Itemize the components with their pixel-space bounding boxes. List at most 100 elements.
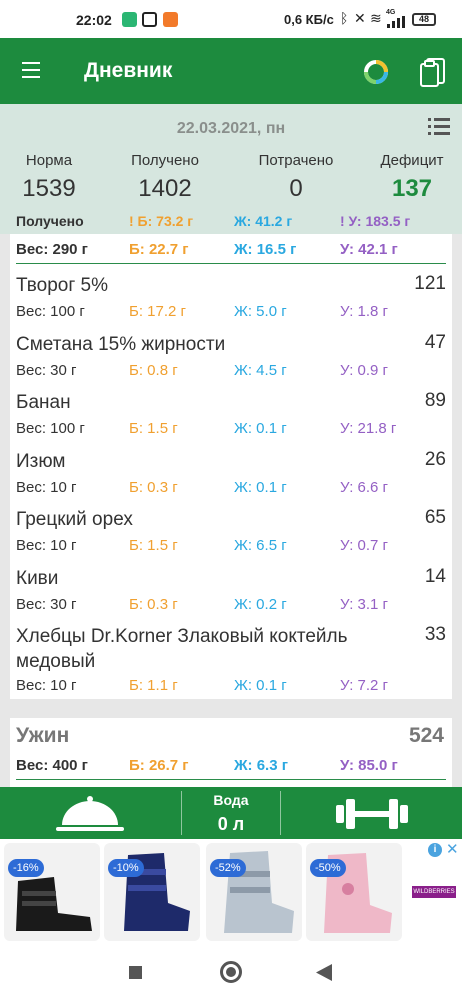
menu-icon[interactable] (22, 62, 40, 78)
food-protein: Б: 17.2 г (129, 303, 187, 320)
food-name: Творог 5% (16, 275, 109, 296)
divider (16, 263, 446, 264)
ad-brand-logo: WILDBERRIES (412, 886, 456, 898)
ad-product[interactable]: -50% (306, 843, 402, 941)
food-item[interactable]: Изюм 26 Вес: 10 г Б: 0.3 г Ж: 0.1 г У: 6… (16, 449, 446, 499)
stat-value: 1402 (138, 175, 192, 202)
ad-info-icon[interactable]: i (428, 843, 442, 857)
food-name: Киви (16, 568, 59, 589)
list-view-icon[interactable] (428, 118, 450, 136)
dumbbell-icon[interactable] (334, 797, 410, 831)
meal-fat: Ж: 6.3 г (234, 757, 288, 774)
ad-product[interactable]: -16% (4, 843, 100, 941)
clipboard-icon[interactable] (418, 56, 448, 88)
food-carbs: У: 0.7 г (340, 537, 389, 554)
system-nav-bar (0, 946, 462, 1000)
bluetooth-icon: ᛒ (340, 10, 349, 26)
meal-protein: Б: 22.7 г (129, 241, 189, 258)
food-fat: Ж: 6.5 г (234, 537, 287, 554)
meal-weight: Вес: 400 г (16, 757, 88, 774)
food-carbs: У: 3.1 г (340, 596, 389, 613)
food-name: Банан (16, 392, 71, 413)
food-name: Изюм (16, 451, 66, 472)
discount-badge: -52% (210, 859, 246, 877)
home-button[interactable] (220, 961, 242, 983)
food-cloche-icon[interactable] (52, 793, 128, 835)
stat-received: Получено 1402 (110, 152, 220, 203)
stat-label: Потрачено (258, 152, 334, 169)
food-carbs: У: 6.6 г (340, 479, 389, 496)
page-title: Дневник (84, 59, 173, 82)
back-button[interactable] (316, 964, 332, 981)
alarm-app-icon (122, 12, 137, 27)
stat-label: Норма (25, 152, 73, 169)
food-carbs: У: 7.2 г (340, 677, 389, 694)
food-item[interactable]: Хлебцы Dr.Korner Злаковый коктейль медов… (16, 624, 446, 696)
stat-label: Получено (131, 152, 199, 169)
food-carbs: У: 0.9 г (340, 362, 389, 379)
wifi-icon: ≋ (370, 10, 382, 26)
food-fat: Ж: 0.2 г (234, 596, 287, 613)
food-calories: 47 (424, 332, 446, 353)
food-protein: Б: 1.5 г (129, 537, 178, 554)
food-item[interactable]: Банан 89 Вес: 100 г Б: 1.5 г Ж: 0.1 г У:… (16, 390, 446, 440)
food-protein: Б: 0.3 г (129, 596, 178, 613)
food-fat: Ж: 0.1 г (234, 420, 287, 437)
food-protein: Б: 1.5 г (129, 420, 178, 437)
food-item[interactable]: Грецкий орех 65 Вес: 10 г Б: 1.5 г Ж: 6.… (16, 507, 446, 557)
network-type: 4G (386, 9, 396, 16)
close-icon[interactable]: ✕ (446, 840, 459, 858)
discount-badge: -50% (310, 859, 346, 877)
meal-card-dinner[interactable]: Ужин 524 Вес: 400 г Б: 26.7 г Ж: 6.3 г У… (10, 718, 452, 787)
food-name: Грецкий орех (16, 509, 133, 530)
meal-title: Ужин (16, 724, 70, 747)
stat-value: 137 (391, 175, 433, 202)
food-weight: Вес: 30 г (16, 362, 77, 379)
food-weight: Вес: 10 г (16, 677, 77, 694)
discount-badge: -10% (108, 859, 144, 877)
food-weight: Вес: 30 г (16, 596, 77, 613)
battery-level: 48 (418, 14, 429, 24)
stat-deficit: Дефицит 137 (357, 152, 462, 203)
food-item[interactable]: Творог 5% 121 Вес: 100 г Б: 17.2 г Ж: 5.… (16, 273, 446, 323)
water-value[interactable]: 0 л (182, 814, 280, 835)
food-calories: 26 (424, 449, 446, 470)
bottom-action-bar: Вода 0 л (0, 787, 462, 839)
status-time: 22:02 (76, 12, 112, 28)
ad-product[interactable]: -52% (206, 843, 302, 941)
meal-card: Вес: 290 г Б: 22.7 г Ж: 16.5 г У: 42.1 г… (10, 234, 452, 699)
recents-button[interactable] (129, 966, 142, 979)
food-name: Хлебцы Dr.Korner Злаковый коктейль медов… (16, 626, 348, 672)
meal-carbs: У: 42.1 г (340, 241, 398, 258)
stat-norm: Норма 1539 (0, 152, 104, 203)
stat-spent: Потрачено 0 (241, 152, 351, 203)
divider (280, 791, 281, 835)
food-item[interactable]: Сметана 15% жирности 47 Вес: 30 г Б: 0.8… (16, 332, 446, 382)
food-carbs: У: 21.8 г (340, 420, 397, 437)
battery-icon: 48 (412, 13, 436, 26)
discount-badge: -16% (8, 859, 44, 877)
food-protein: Б: 0.8 г (129, 362, 178, 379)
totals-label: Получено (16, 213, 84, 229)
food-calories: 65 (424, 507, 446, 528)
food-weight: Вес: 10 г (16, 537, 77, 554)
food-fat: Ж: 0.1 г (234, 479, 287, 496)
boot-image (16, 877, 92, 931)
food-name: Сметана 15% жирности (16, 334, 226, 355)
stat-label: Дефицит (380, 152, 444, 169)
food-item[interactable]: Киви 14 Вес: 30 г Б: 0.3 г Ж: 0.2 г У: 3… (16, 566, 446, 616)
date-selector[interactable]: 22.03.2021, пн (0, 120, 462, 138)
meal-protein: Б: 26.7 г (129, 757, 189, 774)
meal-weight: Вес: 290 г (16, 241, 88, 258)
totals-carbs: ! У: 183.5 г (340, 213, 411, 229)
food-calories: 14 (424, 566, 446, 587)
diary-list[interactable]: Вес: 290 г Б: 22.7 г Ж: 16.5 г У: 42.1 г… (0, 234, 462, 787)
food-calories: 89 (424, 390, 446, 411)
food-carbs: У: 1.8 г (340, 303, 389, 320)
food-protein: Б: 1.1 г (129, 677, 178, 694)
progress-ring-icon[interactable] (362, 58, 390, 86)
status-bar: 22:02 0,6 КБ/с ᛒ ✕ ≋ 4G 48 (0, 0, 462, 38)
ad-product[interactable]: -10% (104, 843, 200, 941)
ad-banner[interactable]: -16% -10% -52% -50% i ✕ (0, 839, 462, 946)
stat-value: 1539 (22, 175, 76, 202)
